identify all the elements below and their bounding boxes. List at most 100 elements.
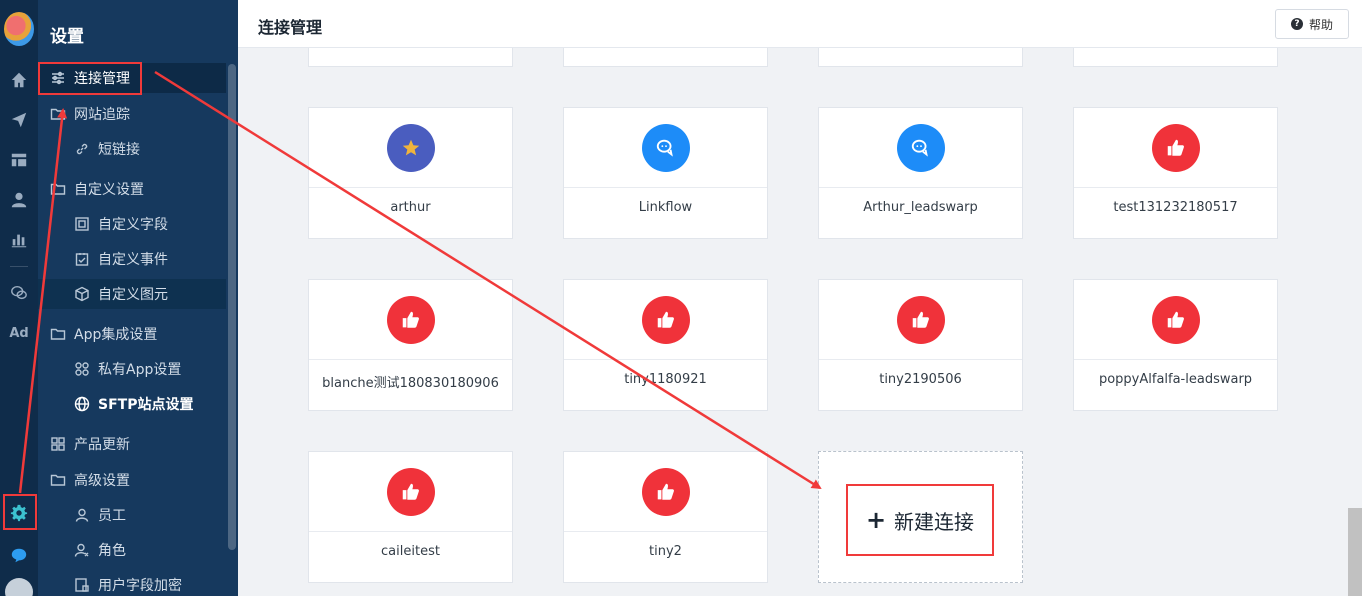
connection-card[interactable]: poppyAlfalfa-leadswarp xyxy=(1073,279,1278,411)
sidebar-scrollbar[interactable] xyxy=(228,64,236,550)
sidebar-item-app-integration[interactable]: App集成设置 xyxy=(38,319,226,349)
thumbs-up-icon xyxy=(1151,295,1200,344)
help-button[interactable]: ? 帮助 xyxy=(1275,9,1349,39)
connection-name: tiny2 xyxy=(649,544,682,559)
sidebar-item-label: 用户字段加密 xyxy=(98,578,182,594)
connection-card[interactable]: Arthur_leadswarp xyxy=(818,107,1023,239)
sidebar-item-custom-settings[interactable]: 自定义设置 xyxy=(38,174,226,204)
connection-card[interactable]: blanche测试180830180906 xyxy=(308,279,513,411)
sidebar-item-sftp[interactable]: SFTP站点设置 xyxy=(38,389,226,419)
app-logo[interactable] xyxy=(4,12,34,46)
main-scrollbar[interactable] xyxy=(1348,508,1362,596)
nav-annotation-box xyxy=(38,62,142,95)
connection-name: poppyAlfalfa-leadswarp xyxy=(1098,372,1253,387)
connection-name: tiny1180921 xyxy=(624,372,707,387)
send-icon[interactable] xyxy=(0,105,38,135)
home-icon[interactable] xyxy=(0,65,38,95)
link-icon xyxy=(74,141,90,157)
connection-card[interactable]: tiny2190506 xyxy=(818,279,1023,411)
folder-icon xyxy=(50,106,66,122)
plus-icon: + xyxy=(865,506,887,534)
connection-card[interactable]: tiny2 xyxy=(563,451,768,583)
icon-rail: Ad xyxy=(0,0,38,596)
grid-icon xyxy=(50,436,66,452)
sidebar-item-label: 网站追踪 xyxy=(74,107,130,123)
folder-icon xyxy=(50,181,66,197)
connection-card-icon-area xyxy=(564,280,767,360)
sidebar-item-field-encryption[interactable]: 用户字段加密 xyxy=(38,570,226,596)
sidebar-title: 设置 xyxy=(50,27,84,47)
thumbs-up-icon xyxy=(1151,123,1200,172)
sidebar-item-label: 产品更新 xyxy=(74,437,130,453)
sidebar-item-website-tracking[interactable]: 网站追踪 xyxy=(38,99,226,129)
connection-card[interactable]: arthur xyxy=(308,107,513,239)
sidebar-item-roles[interactable]: 角色 xyxy=(38,535,226,565)
thumbs-up-icon xyxy=(386,295,435,344)
sidebar-item-short-link[interactable]: 短链接 xyxy=(38,134,226,164)
connection-card[interactable]: tiny1180921 xyxy=(563,279,768,411)
sidebar-item-custom-fields[interactable]: 自定义字段 xyxy=(38,209,226,239)
help-label: 帮助 xyxy=(1308,17,1333,32)
connection-card-icon-area xyxy=(564,108,767,188)
thumbs-up-icon xyxy=(386,467,435,516)
sidebar-item-custom-events[interactable]: 自定义事件 xyxy=(38,244,226,274)
connection-card-partial[interactable] xyxy=(1073,48,1278,67)
sidebar-item-label: 自定义图元 xyxy=(98,287,168,303)
sidebar-item-product-updates[interactable]: 产品更新 xyxy=(38,429,226,459)
chat-icon[interactable] xyxy=(0,540,38,570)
thumbs-up-icon xyxy=(641,295,690,344)
wechat-icon[interactable] xyxy=(0,278,38,308)
connection-card[interactable]: test131232180517 xyxy=(1073,107,1278,239)
lock-field-icon xyxy=(74,577,90,593)
connection-card[interactable]: Linkflow xyxy=(563,107,768,239)
gear-annotation-box xyxy=(3,494,37,530)
connection-card-partial[interactable] xyxy=(818,48,1023,67)
folder-icon xyxy=(50,472,66,488)
sidebar-item-label: 短链接 xyxy=(98,142,140,158)
field-icon xyxy=(74,216,90,232)
settings-sidebar: 设置 连接管理 网站追踪 短链接 自定义设置 自定义字段 自定义事件 自定义图元… xyxy=(38,0,238,596)
sidebar-item-label: App集成设置 xyxy=(74,327,158,343)
rail-divider xyxy=(10,266,28,267)
page-title: 连接管理 xyxy=(258,18,323,37)
role-icon xyxy=(74,542,90,558)
star-icon xyxy=(386,123,435,172)
user-icon xyxy=(74,507,90,523)
sidebar-item-staff[interactable]: 员工 xyxy=(38,500,226,530)
cube-icon xyxy=(74,286,90,302)
sidebar-item-label: SFTP站点设置 xyxy=(98,397,194,413)
sidebar-item-label: 自定义事件 xyxy=(98,252,168,268)
page-header: 连接管理 ? 帮助 xyxy=(238,0,1362,48)
connection-card-icon-area xyxy=(309,280,512,360)
connection-name: arthur xyxy=(390,200,431,215)
connection-card[interactable]: caileitest xyxy=(308,451,513,583)
thumbs-up-icon xyxy=(641,467,690,516)
sidebar-item-custom-elements[interactable]: 自定义图元 xyxy=(38,279,226,309)
sidebar-item-label: 私有App设置 xyxy=(98,362,182,378)
new-connection-label: 新建连接 xyxy=(894,509,975,534)
connection-name: caileitest xyxy=(381,544,440,559)
globe-icon xyxy=(74,396,90,412)
connection-name: Arthur_leadswarp xyxy=(863,200,978,215)
ad-icon[interactable]: Ad xyxy=(0,318,38,348)
connection-card-icon-area xyxy=(564,452,767,532)
connection-card-partial[interactable] xyxy=(563,48,768,67)
sidebar-item-private-app[interactable]: 私有App设置 xyxy=(38,354,226,384)
sidebar-item-label: 自定义字段 xyxy=(98,217,168,233)
sidebar-item-advanced-settings[interactable]: 高级设置 xyxy=(38,465,226,495)
avatar[interactable] xyxy=(5,578,33,596)
connection-name: Linkflow xyxy=(638,200,693,215)
connection-card-icon-area xyxy=(819,280,1022,360)
new-connection-card[interactable]: + 新建连接 xyxy=(818,451,1023,583)
wechat-icon xyxy=(896,123,945,172)
user-icon[interactable] xyxy=(0,185,38,215)
connection-card-partial[interactable] xyxy=(308,48,513,67)
chart-icon[interactable] xyxy=(0,225,38,255)
connection-name: test131232180517 xyxy=(1113,200,1238,215)
connection-card-icon-area xyxy=(309,452,512,532)
layout-icon[interactable] xyxy=(0,145,38,175)
wechat-icon xyxy=(641,123,690,172)
sidebar-item-label: 员工 xyxy=(98,508,126,524)
question-icon: ? xyxy=(1290,18,1303,30)
new-connection-button[interactable]: + 新建连接 xyxy=(846,484,994,556)
